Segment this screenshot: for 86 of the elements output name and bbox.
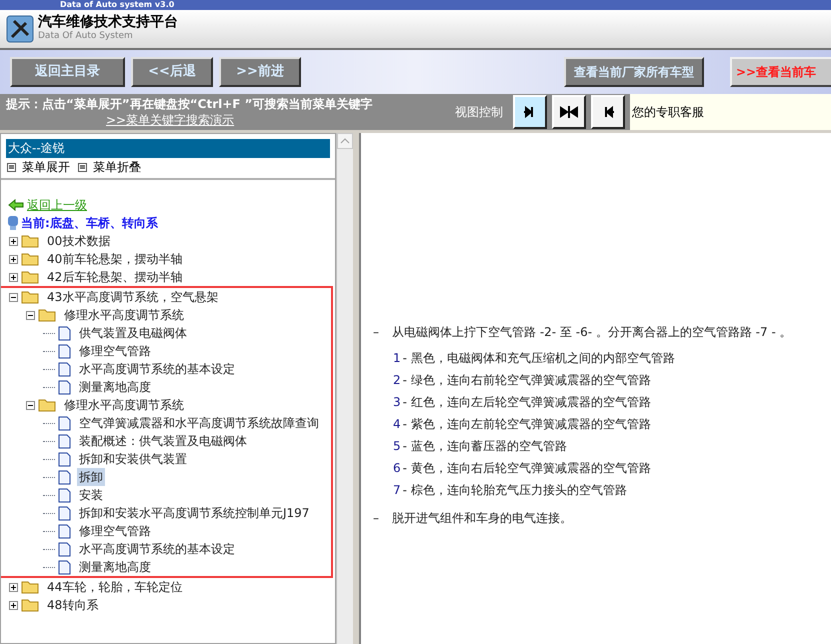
tree-item[interactable]: 42后车轮悬架、摆动半轴 bbox=[45, 268, 184, 286]
view-control-label: 视图控制 bbox=[455, 104, 504, 121]
document-icon bbox=[58, 380, 71, 394]
expand-icon[interactable] bbox=[9, 582, 18, 592]
item-number: 5 bbox=[393, 438, 401, 455]
view-button[interactable] bbox=[552, 95, 586, 129]
document-icon bbox=[58, 362, 71, 376]
view-button[interactable] bbox=[513, 95, 547, 129]
item-number: 2 bbox=[393, 372, 401, 389]
tree-item[interactable]: 安装 bbox=[77, 486, 105, 504]
document-icon bbox=[58, 542, 71, 556]
item-number: 4 bbox=[393, 416, 401, 433]
document-icon bbox=[58, 506, 71, 520]
tree-item[interactable]: 水平高度调节系统的基本设定 bbox=[77, 540, 237, 558]
expand-icon[interactable] bbox=[9, 236, 18, 246]
tree-item[interactable]: 拆卸和安装水平高度调节系统控制单元J197 bbox=[77, 504, 312, 522]
tree-item[interactable]: 修理水平高度调节系统 bbox=[62, 396, 186, 414]
tree-item[interactable]: 44车轮，轮胎，车轮定位 bbox=[45, 578, 184, 596]
item-number: 1 bbox=[393, 350, 401, 367]
app-subtitle: Data Of Auto System bbox=[38, 30, 134, 43]
collapse-icon[interactable] bbox=[26, 310, 35, 320]
item-text: - 红色，连向左后轮空气弹簧减震器的空气管路 bbox=[402, 394, 651, 411]
menu-list-icon bbox=[78, 162, 87, 172]
menu-action[interactable]: 菜单折叠 bbox=[78, 158, 141, 176]
folder-icon bbox=[21, 252, 39, 266]
document-icon bbox=[58, 488, 71, 502]
window-title: Data of Auto system v3.0 bbox=[60, 0, 174, 10]
document-icon bbox=[58, 434, 71, 448]
folder-icon bbox=[21, 598, 39, 612]
folder-icon bbox=[21, 234, 39, 248]
collapse-icon[interactable] bbox=[26, 400, 35, 410]
tree-item[interactable]: 修理空气管路 bbox=[77, 522, 153, 540]
app-title: 汽车维修技术支持平台 bbox=[38, 15, 178, 29]
item-text: - 紫色，连向左前轮空气弹簧减震器的空气管路 bbox=[402, 416, 651, 433]
tree-item[interactable]: 48转向系 bbox=[45, 596, 100, 614]
service-label: 您的专职客服 bbox=[632, 104, 704, 121]
step-text: 从电磁阀体上拧下空气管路 -2- 至 -6- 。分开离合器上的空气管路路 -7 - 。 bbox=[392, 324, 792, 341]
document-icon bbox=[58, 560, 71, 574]
collapse-icon[interactable] bbox=[9, 292, 18, 302]
document-icon bbox=[58, 470, 71, 484]
document-icon bbox=[58, 344, 71, 358]
current-section: 当前:底盘、车桥、转向系 bbox=[21, 214, 158, 232]
computer-icon bbox=[7, 215, 19, 231]
hint-text: 提示：点击“菜单展开”再在键盘按“Ctrl+F ”可搜索当前菜单关键字 bbox=[6, 96, 374, 112]
folder-icon bbox=[21, 290, 39, 304]
tree-item[interactable]: 修理水平高度调节系统 bbox=[62, 306, 186, 324]
item-number: 3 bbox=[393, 394, 401, 411]
folder-icon bbox=[21, 580, 39, 594]
document-icon bbox=[58, 326, 71, 340]
tree-item[interactable]: 修理空气管路 bbox=[77, 342, 153, 360]
tree-item[interactable]: 拆卸 bbox=[77, 468, 105, 486]
tree-item[interactable]: 装配概述：供气装置及电磁阀体 bbox=[77, 432, 249, 450]
tree-item[interactable]: 测量离地高度 bbox=[77, 378, 153, 396]
back-link[interactable]: 返回上一级 bbox=[27, 196, 87, 214]
menu-action[interactable]: 菜单展开 bbox=[7, 158, 70, 176]
tree-item[interactable]: 测量离地高度 bbox=[77, 558, 153, 576]
tree-item[interactable]: 空气弹簧减震器和水平高度调节系统故障查询 bbox=[77, 414, 321, 432]
folder-icon bbox=[38, 308, 56, 322]
view-button[interactable] bbox=[591, 95, 625, 129]
tree-item[interactable]: 水平高度调节系统的基本设定 bbox=[77, 360, 237, 378]
folder-icon bbox=[38, 398, 56, 412]
item-text: - 绿色，连向右前轮空气弹簧减震器的空气管路 bbox=[402, 372, 651, 389]
back-arrow-icon bbox=[8, 199, 24, 211]
expand-icon[interactable] bbox=[9, 254, 18, 264]
step-bullet: – bbox=[373, 510, 379, 527]
car-model-title: 大众--途锐 bbox=[6, 139, 330, 158]
tree-item[interactable]: 拆卸和安装供气装置 bbox=[77, 450, 189, 468]
tree-item[interactable]: 40前车轮悬架，摆动半轴 bbox=[45, 250, 184, 268]
document-icon bbox=[58, 452, 71, 466]
folder-icon bbox=[21, 270, 39, 284]
item-text: - 黑色，电磁阀体和充气压缩机之间的内部空气管路 bbox=[402, 350, 675, 367]
document-icon bbox=[58, 416, 71, 430]
document-icon bbox=[58, 524, 71, 538]
item-number: 7 bbox=[393, 482, 401, 499]
expand-icon[interactable] bbox=[9, 600, 18, 610]
expand-icon[interactable] bbox=[9, 272, 18, 282]
step-text: 脱开进气组件和车身的电气连接。 bbox=[392, 510, 572, 527]
item-text: - 蓝色，连向蓄压器的空气管路 bbox=[402, 438, 567, 455]
step-bullet: – bbox=[373, 324, 379, 341]
tree-item[interactable]: 供气装置及电磁阀体 bbox=[77, 324, 189, 342]
item-text: - 棕色，连向轮胎充气压力接头的空气管路 bbox=[402, 482, 627, 499]
item-number: 6 bbox=[393, 460, 401, 477]
tree-item[interactable]: 00技术数据 bbox=[45, 232, 112, 250]
item-text: - 黄色，连向右后轮空气弹簧减震器的空气管路 bbox=[402, 460, 651, 477]
tree-item[interactable]: 43水平高度调节系统，空气悬架 bbox=[45, 288, 220, 306]
menu-list-icon bbox=[7, 162, 16, 172]
